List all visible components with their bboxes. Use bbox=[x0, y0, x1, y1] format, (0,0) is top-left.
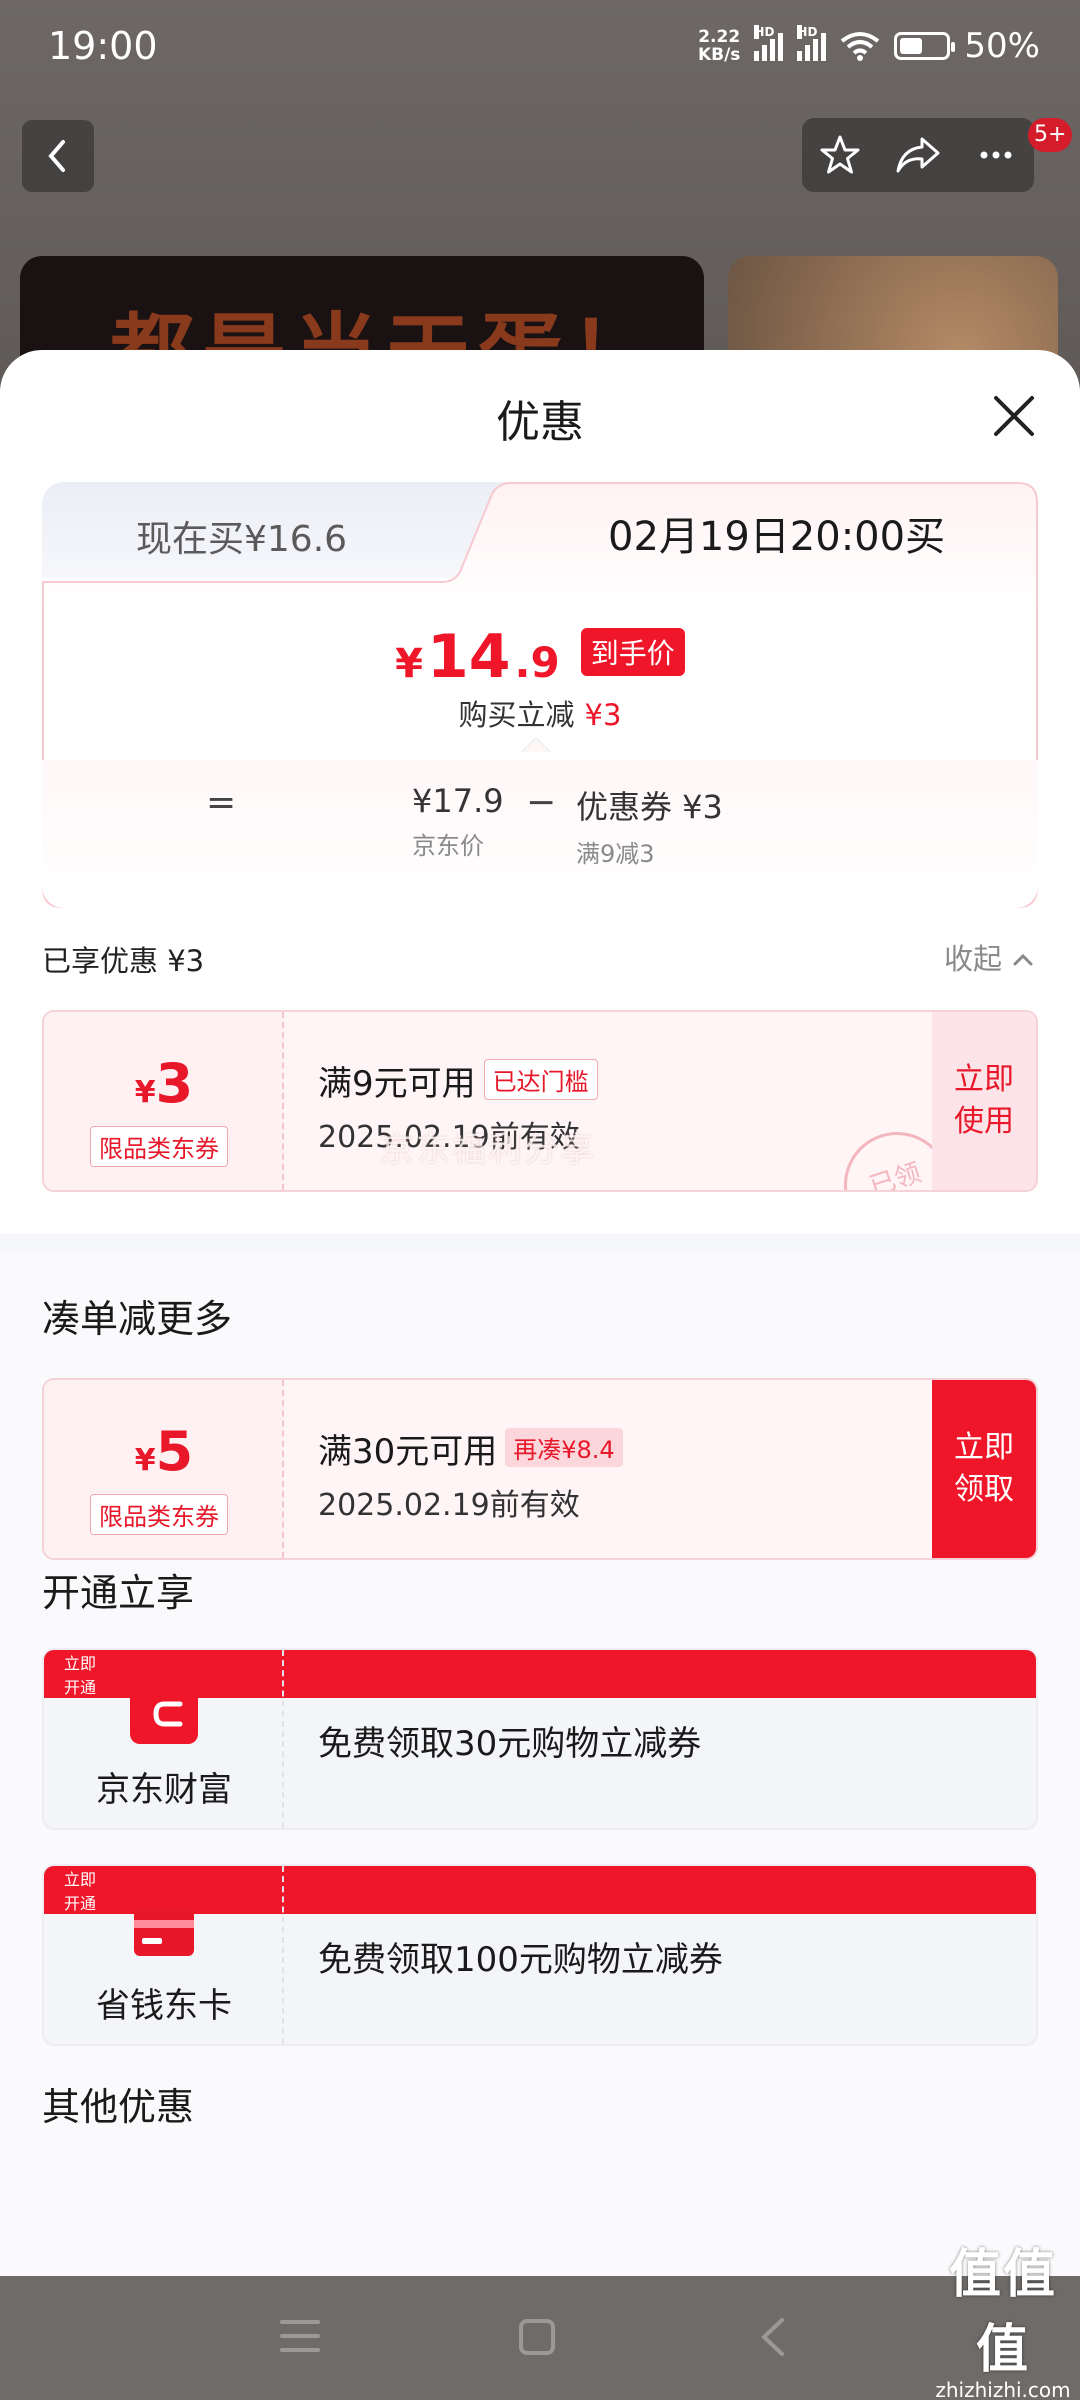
network-speed: 2.22 KB/s bbox=[697, 27, 741, 65]
service-name: 省钱东卡 bbox=[96, 1986, 232, 2026]
minus-sign: − bbox=[526, 782, 557, 823]
coupon-type: 限品类东券 bbox=[90, 1126, 228, 1167]
coupon-type: 限品类东券 bbox=[90, 1494, 228, 1535]
service-card-jd-finance: 京东财富 免费领取30元购物立减券 立即 开通 bbox=[42, 1648, 1038, 1830]
star-icon[interactable] bbox=[818, 133, 862, 177]
chevron-up-icon bbox=[1013, 953, 1033, 966]
coupon-card-claim: ¥5 限品类东券 满30元可用 再凑¥8.4 2025.02.19前有效 立即 领取 bbox=[42, 1378, 1038, 1560]
home-icon[interactable] bbox=[518, 2318, 556, 2356]
chevron-left-icon bbox=[48, 140, 65, 172]
section-title-more: 凑单减更多 bbox=[42, 1297, 233, 1341]
battery-percent: 50% bbox=[964, 26, 1040, 66]
instant-cut: 购买立减 ¥3 bbox=[458, 698, 622, 732]
more-offers-area: 凑单减更多 ¥5 限品类东券 满30元可用 再凑¥8.4 2025.02.19前有… bbox=[0, 1254, 1080, 2276]
use-now-button[interactable]: 立即 使用 bbox=[932, 1012, 1036, 1190]
menu-icon[interactable] bbox=[280, 2318, 320, 2354]
service-name: 京东财富 bbox=[96, 1770, 232, 1810]
collapse-button[interactable]: 收起 bbox=[944, 936, 1035, 978]
discount-sheet: 优惠 现在买¥16.6 02月19日20:00买 ¥ 14 .9 到手价 购买立… bbox=[0, 350, 1080, 2276]
message-badge: 5+ bbox=[1028, 118, 1073, 152]
jd-price: ¥17.9 京东价 bbox=[412, 782, 504, 860]
equals-sign: = bbox=[206, 782, 237, 823]
final-price: ¥ 14 .9 到手价 bbox=[42, 622, 1038, 692]
coupon-validity: 2025.02.19前有效 bbox=[318, 1488, 580, 1523]
signal-icon-2: HD bbox=[797, 25, 827, 61]
battery-icon bbox=[894, 32, 956, 60]
share-icon[interactable] bbox=[894, 133, 942, 177]
close-icon[interactable] bbox=[984, 386, 1044, 446]
service-description: 免费领取30元购物立减券 bbox=[318, 1724, 702, 1764]
claim-now-button[interactable]: 立即 领取 bbox=[932, 1380, 1036, 1558]
signal-icon: HD bbox=[754, 25, 784, 61]
tab-buy-later[interactable]: 02月19日20:00买 bbox=[608, 504, 945, 562]
enjoyed-discount: 已享优惠 ¥3 bbox=[42, 944, 205, 978]
card-icon bbox=[134, 1908, 194, 1956]
section-title-other: 其他优惠 bbox=[42, 2085, 195, 2129]
final-price-tag: 到手价 bbox=[580, 628, 685, 676]
back-nav-icon[interactable] bbox=[758, 2316, 788, 2358]
coupon-condition: 满30元可用 再凑¥8.4 bbox=[318, 1424, 623, 1473]
top-actions bbox=[802, 118, 1034, 192]
section-title-open: 开通立享 bbox=[42, 1571, 195, 1615]
status-time: 19:00 bbox=[48, 24, 158, 68]
add-more-tag: 再凑¥8.4 bbox=[505, 1428, 623, 1467]
threshold-reached-tag: 已达门槛 bbox=[483, 1059, 598, 1100]
watermark: 京东福利分享 bbox=[380, 1130, 596, 1170]
price-card: 现在买¥16.6 02月19日20:00买 ¥ 14 .9 到手价 购买立减 ¥3 bbox=[42, 482, 1038, 908]
service-description: 免费领取100元购物立减券 bbox=[318, 1940, 723, 1980]
wifi-icon bbox=[841, 32, 880, 61]
site-logo: 值值值 zhizhizhi.com bbox=[935, 2245, 1071, 2400]
back-button[interactable] bbox=[22, 120, 94, 192]
system-nav-bar bbox=[0, 2276, 1080, 2400]
status-icons: 2.22 KB/s HD HD 50% bbox=[697, 25, 1040, 66]
service-card-savings-card: 省钱东卡 免费领取100元购物立减券 立即 开通 bbox=[42, 1864, 1038, 2046]
sheet-title: 优惠 bbox=[496, 397, 584, 448]
status-bar: 19:00 2.22 KB/s HD HD 50% bbox=[0, 0, 1080, 90]
more-icon[interactable] bbox=[974, 133, 1018, 177]
price-formula: = ¥17.9 京东价 − 优惠券 ¥3 满9减3 bbox=[42, 760, 1038, 908]
wallet-icon bbox=[130, 1684, 198, 1744]
coupon-condition: 满9元可用 已达门槛 bbox=[318, 1056, 598, 1105]
coupon-amount: ¥3 bbox=[134, 1052, 194, 1115]
coupon-deduction: 优惠券 ¥3 满9减3 bbox=[576, 788, 723, 868]
coupon-amount: ¥5 bbox=[134, 1420, 194, 1483]
